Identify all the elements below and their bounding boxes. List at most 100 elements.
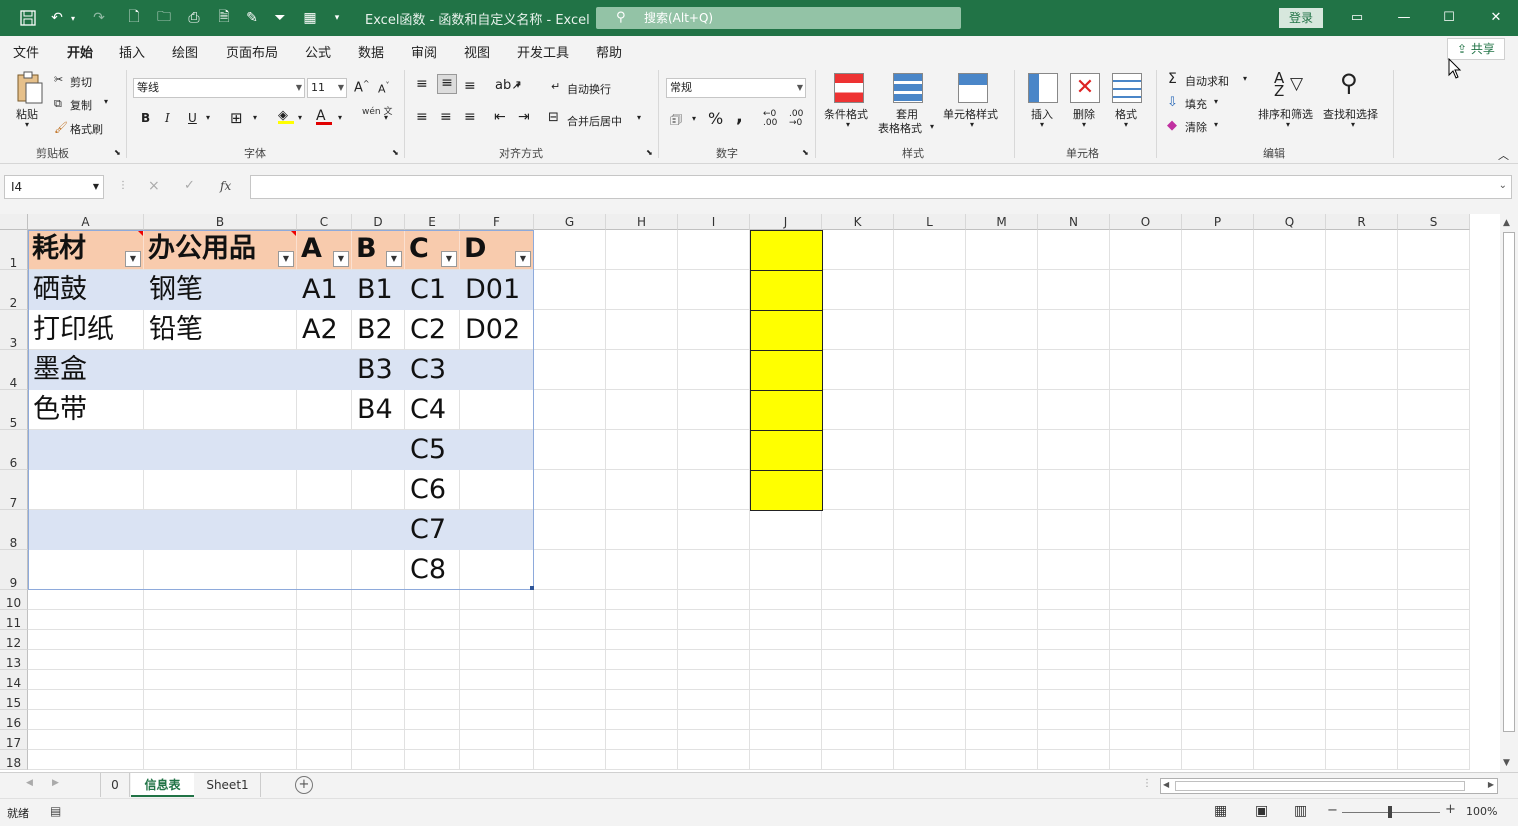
add-sheet-icon[interactable]: + (295, 776, 313, 794)
filter-dropdown-icon[interactable]: ▼ (333, 251, 349, 267)
table-cell[interactable] (297, 470, 352, 510)
cell[interactable] (1038, 630, 1110, 650)
cell[interactable] (460, 750, 534, 770)
cell[interactable] (28, 690, 144, 710)
column-header[interactable]: P (1182, 214, 1254, 230)
cell[interactable] (1326, 630, 1398, 650)
border-dropdown-icon[interactable]: ▾ (253, 113, 257, 122)
cell[interactable] (28, 650, 144, 670)
cell[interactable] (405, 690, 460, 710)
cell[interactable] (822, 750, 894, 770)
format-as-table-dropdown-icon[interactable]: ▾ (930, 122, 934, 131)
cell[interactable] (966, 510, 1038, 550)
cell[interactable] (750, 550, 822, 590)
cell[interactable] (1326, 510, 1398, 550)
align-bottom-icon[interactable]: ≡ (464, 78, 476, 94)
cell[interactable] (966, 270, 1038, 310)
table-cell[interactable]: B4 (352, 390, 405, 430)
cell[interactable] (297, 690, 352, 710)
phonetic-dropdown-icon[interactable]: ▾ (384, 113, 388, 122)
table-cell[interactable] (297, 350, 352, 390)
redo-icon[interactable]: ↷ (88, 8, 110, 28)
cell[interactable] (606, 470, 678, 510)
cell[interactable] (460, 650, 534, 670)
insert-dropdown-icon[interactable]: ▾ (1040, 120, 1044, 129)
table-cell[interactable]: 墨盒 (28, 350, 144, 390)
table-header-cell[interactable]: 办公用品 (144, 230, 297, 270)
filter-dropdown-icon[interactable]: ▼ (125, 251, 141, 267)
table-icon[interactable]: ▦ (300, 8, 320, 28)
tab-file[interactable]: 文件 (13, 42, 39, 61)
cell[interactable] (534, 590, 606, 610)
copy-icon[interactable]: ⧉ (54, 97, 62, 111)
cell[interactable] (1110, 650, 1182, 670)
cell[interactable] (460, 690, 534, 710)
alignment-launcher-icon[interactable]: ⬊ (646, 148, 653, 157)
cell[interactable] (28, 630, 144, 650)
customize-qat-icon[interactable]: ▾ (330, 8, 344, 28)
cell[interactable] (1110, 710, 1182, 730)
filter-dropdown-icon[interactable]: ▼ (441, 251, 457, 267)
cell[interactable] (1326, 550, 1398, 590)
italic-button[interactable]: I (165, 111, 170, 125)
column-header[interactable]: J (750, 214, 822, 230)
table-cell[interactable] (352, 470, 405, 510)
column-header[interactable]: I (678, 214, 750, 230)
scroll-up-icon[interactable]: ▲ (1503, 218, 1510, 228)
table-cell[interactable]: C6 (405, 470, 460, 510)
cell[interactable] (894, 710, 966, 730)
maximize-icon[interactable]: ☐ (1437, 6, 1461, 30)
cell[interactable] (750, 670, 822, 690)
cell[interactable] (405, 670, 460, 690)
cell[interactable] (1254, 710, 1326, 730)
cell[interactable] (1326, 270, 1398, 310)
column-header[interactable]: F (460, 214, 534, 230)
cell[interactable] (894, 610, 966, 630)
cell[interactable] (1182, 590, 1254, 610)
cell[interactable] (297, 710, 352, 730)
cell[interactable] (606, 730, 678, 750)
cell[interactable] (750, 750, 822, 770)
cell[interactable] (606, 650, 678, 670)
tab-help[interactable]: 帮助 (596, 42, 622, 61)
cancel-icon[interactable]: × (148, 178, 160, 194)
scrollbar-thumb[interactable] (1503, 232, 1515, 732)
cell[interactable] (894, 670, 966, 690)
scroll-right-icon[interactable]: ▶ (1488, 780, 1494, 789)
cell[interactable] (894, 310, 966, 350)
print-icon[interactable]: ⎙ (184, 8, 204, 28)
cell[interactable] (1110, 550, 1182, 590)
orientation-dropdown-icon[interactable]: ▾ (516, 81, 520, 90)
highlighted-cell[interactable] (750, 230, 823, 271)
table-cell[interactable]: 铅笔 (144, 310, 297, 350)
table-cell[interactable] (28, 510, 144, 550)
table-cell[interactable] (352, 550, 405, 590)
format-as-table-icon[interactable] (893, 73, 923, 103)
cell[interactable] (534, 470, 606, 510)
cell[interactable] (1182, 690, 1254, 710)
table-cell[interactable]: C8 (405, 550, 460, 590)
cell[interactable] (1254, 690, 1326, 710)
cell[interactable] (894, 270, 966, 310)
table-cell[interactable] (144, 350, 297, 390)
cell[interactable] (352, 710, 405, 730)
cell[interactable] (966, 230, 1038, 270)
cell[interactable] (678, 310, 750, 350)
tab-home[interactable]: 开始 (64, 42, 96, 67)
cell[interactable] (1326, 350, 1398, 390)
clear-button[interactable]: 清除 (1185, 119, 1207, 135)
table-cell[interactable]: C1 (405, 270, 460, 310)
cell[interactable] (534, 690, 606, 710)
cell[interactable] (822, 690, 894, 710)
sheet-tab-info[interactable]: 信息表 (131, 773, 194, 797)
table-cell[interactable] (460, 510, 534, 550)
cell[interactable] (1398, 350, 1470, 390)
column-header[interactable]: N (1038, 214, 1110, 230)
column-header[interactable]: E (405, 214, 460, 230)
cell[interactable] (405, 730, 460, 750)
decrease-indent-icon[interactable]: ⇤ (494, 109, 506, 125)
zoom-slider-thumb[interactable] (1388, 806, 1392, 818)
cell[interactable] (1038, 710, 1110, 730)
cell[interactable] (1038, 550, 1110, 590)
row-header[interactable]: 7 (0, 470, 28, 510)
